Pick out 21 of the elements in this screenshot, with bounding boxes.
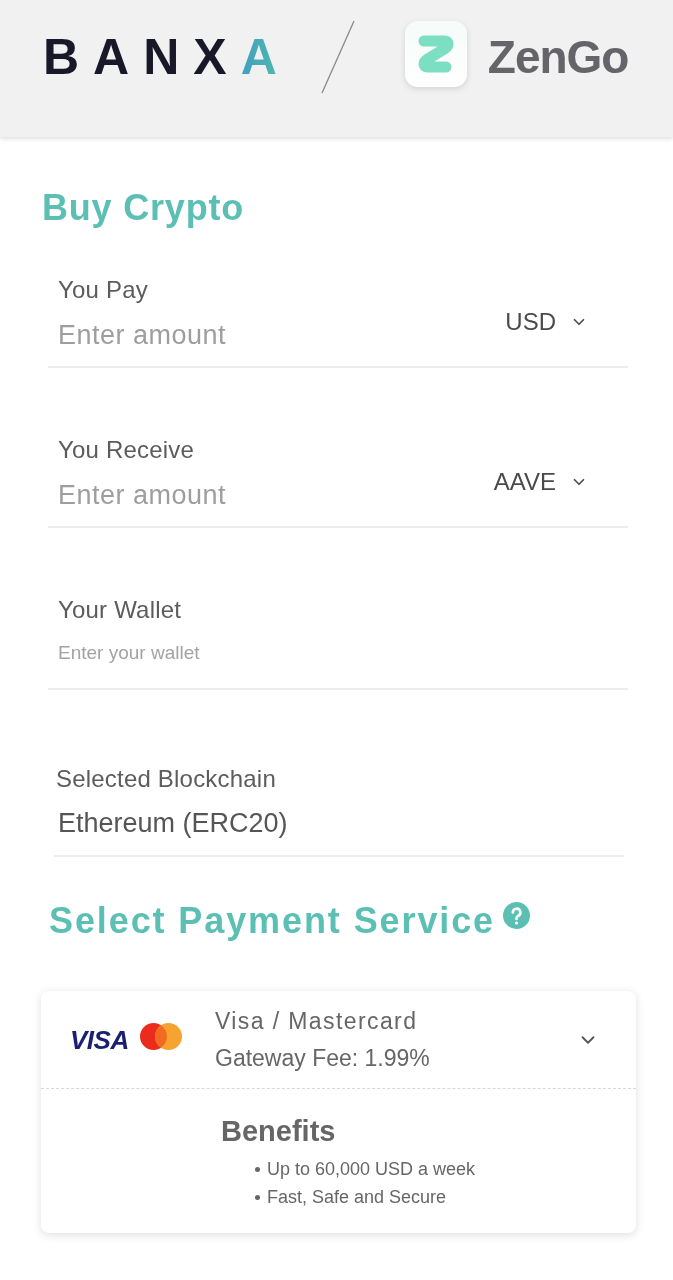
bullet-icon	[255, 1194, 260, 1200]
gateway-fee: Gateway Fee: 1.99%	[215, 1043, 430, 1073]
currency-selector[interactable]: USD	[503, 305, 590, 339]
benefit-text: Up to 60,000 USD a week	[267, 1158, 476, 1181]
wallet-input[interactable]: Enter your wallet	[48, 624, 628, 690]
field-label: You Pay	[57, 276, 148, 304]
partner-logo-text: ZenGo	[487, 30, 629, 85]
field-label: You Receive	[57, 436, 195, 464]
section-title: Select Payment Service	[49, 899, 496, 943]
page-title: Buy Crypto	[42, 186, 244, 230]
blockchain-field[interactable]: Ethereum (ERC20)	[54, 793, 624, 857]
overlapping-circles-icon	[139, 1023, 182, 1050]
card-logo-text: VISA	[70, 1024, 129, 1055]
field-label: Selected Blockchain	[55, 765, 276, 793]
benefits-title: Benefits	[221, 1115, 336, 1147]
benefit-text: Fast, Safe and Secure	[267, 1186, 447, 1209]
bullet-icon	[255, 1166, 260, 1172]
field-label: Your Wallet	[57, 596, 182, 624]
service-name: Visa / Mastercard	[215, 1006, 418, 1036]
currency-selector[interactable]: AAVE	[491, 465, 590, 499]
z-app-icon	[403, 20, 468, 88]
